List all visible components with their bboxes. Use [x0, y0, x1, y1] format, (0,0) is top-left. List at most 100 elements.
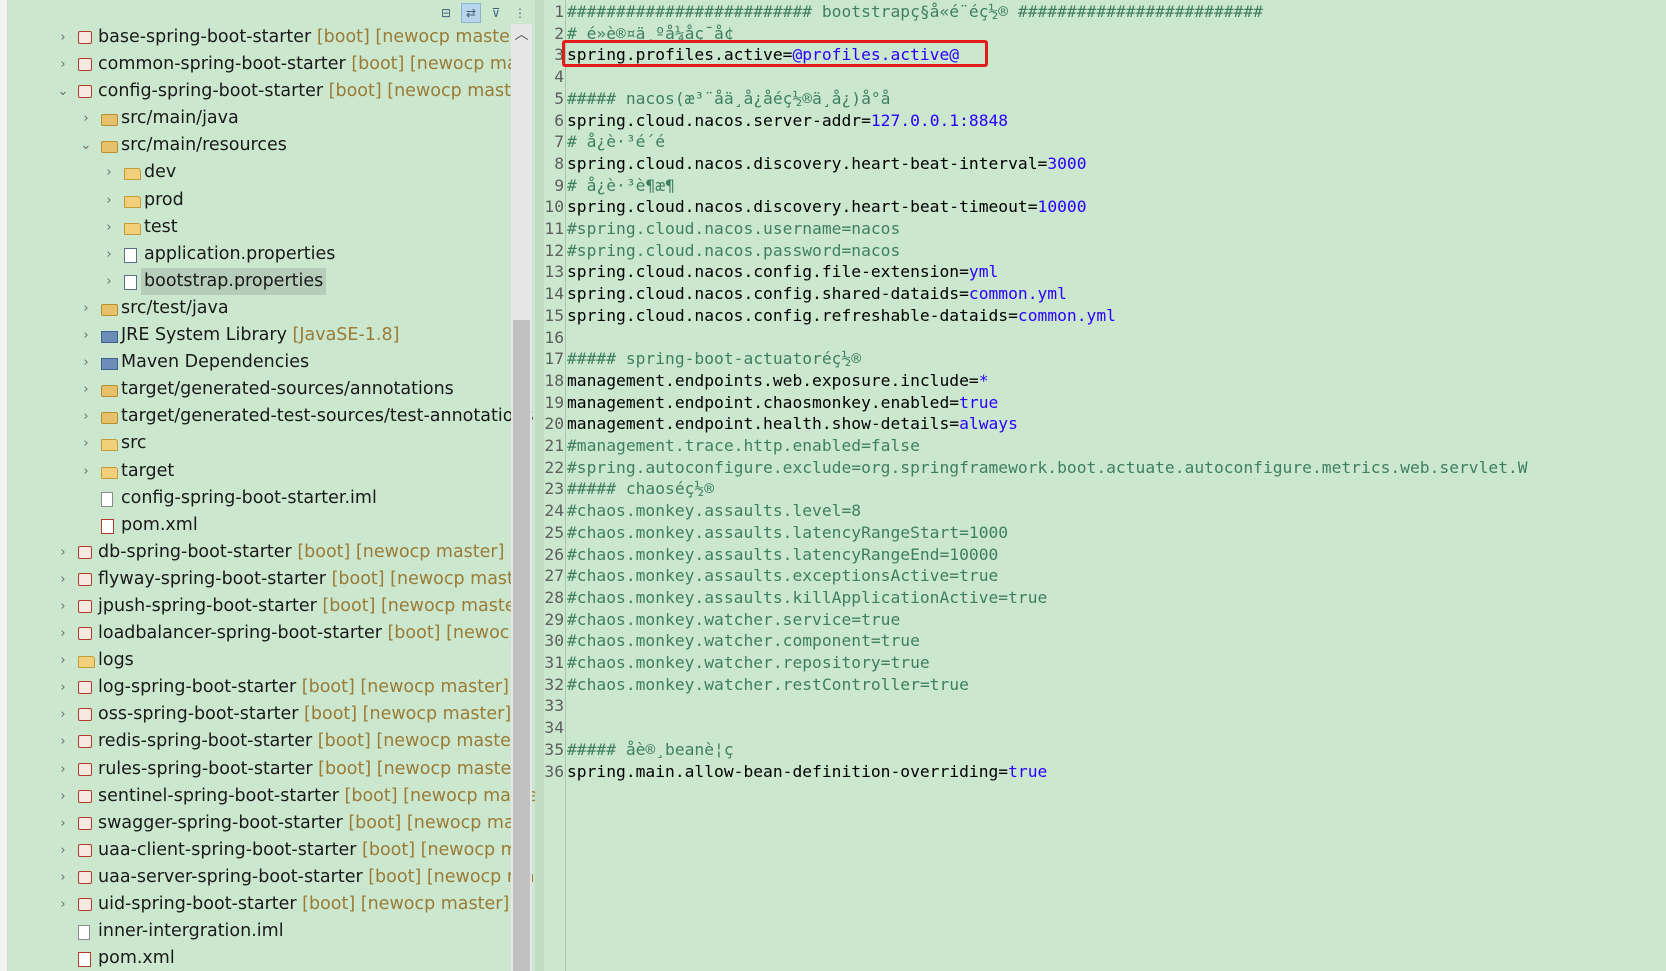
explorer-scrollbar-thumb[interactable] — [513, 320, 530, 971]
filter-icon[interactable]: ⊽ — [487, 4, 505, 22]
tree-item[interactable]: › uid-spring-boot-starter [boot] [newocp … — [8, 891, 535, 918]
tree-item[interactable]: ⌄ src/main/resources — [8, 132, 535, 159]
chevron-right-icon[interactable]: › — [102, 187, 116, 214]
chevron-right-icon[interactable]: › — [56, 810, 70, 837]
chevron-right-icon[interactable]: › — [56, 756, 70, 783]
line-number: 30 — [544, 631, 564, 651]
chevron-right-icon[interactable]: › — [56, 539, 70, 566]
tree-item-name: redis-spring-boot-starter — [98, 731, 313, 752]
chevron-right-icon[interactable]: › — [56, 593, 70, 620]
properties-editor[interactable]: 1 ######################### bootstrapç§å«… — [544, 0, 1666, 971]
chevron-right-icon[interactable]: › — [79, 403, 93, 430]
line-number: 31 — [544, 653, 564, 672]
tree-item[interactable]: › src — [8, 430, 535, 457]
tree-item[interactable]: inner-intergration.iml — [8, 918, 535, 945]
tree-item-decoration: [boot] [newocp master] — [312, 731, 525, 752]
tree-item[interactable]: › log-spring-boot-starter [boot] [newocp … — [8, 674, 535, 701]
chevron-down-icon[interactable]: ⌄ — [79, 132, 93, 159]
view-menu-icon[interactable]: ⋮ — [511, 4, 529, 22]
tree-item[interactable]: › Maven Dependencies — [8, 349, 535, 376]
tree-item[interactable]: › uaa-server-spring-boot-starter [boot] [… — [8, 864, 535, 891]
tree-item-label: base-spring-boot-starter [boot] [newocp … — [98, 24, 524, 51]
link-with-editor-icon[interactable]: ⇄ — [461, 3, 481, 23]
tree-item[interactable]: › oss-spring-boot-starter [boot] [newocp … — [8, 701, 535, 728]
tree-item[interactable]: › loadbalancer-spring-boot-starter [boot]… — [8, 620, 535, 647]
tree-item[interactable]: ⌄ config-spring-boot-starter [boot] [newo… — [8, 78, 535, 105]
code-text: ##### åè®¸beanè¦ç — [567, 739, 734, 761]
line-number: 32 — [544, 674, 564, 694]
comment-text: #chaos.monkey.assaults.level=8 — [567, 501, 862, 521]
chevron-right-icon[interactable]: › — [56, 837, 70, 864]
chevron-right-icon[interactable]: › — [79, 105, 93, 132]
tree-item[interactable]: › flyway-spring-boot-starter [boot] [newo… — [8, 566, 535, 593]
tree-item[interactable]: › rules-spring-boot-starter [boot] [newoc… — [8, 756, 535, 783]
chevron-right-icon[interactable]: › — [79, 430, 93, 457]
comment-text: ##### spring-boot-actuatoréç½® — [567, 349, 862, 369]
tree-item[interactable]: › sentinel-spring-boot-starter [boot] [ne… — [8, 783, 535, 810]
chevron-right-icon[interactable]: › — [102, 159, 116, 186]
line-number: 35 — [544, 739, 564, 759]
tree-item[interactable]: › swagger-spring-boot-starter [boot] [new… — [8, 810, 535, 837]
tree-item[interactable]: › test — [8, 214, 535, 241]
tree-item[interactable]: config-spring-boot-starter.iml — [8, 485, 535, 512]
chevron-right-icon[interactable]: › — [56, 701, 70, 728]
chevron-right-icon[interactable]: › — [56, 24, 70, 51]
tree-item[interactable]: › jpush-spring-boot-starter [boot] [newoc… — [8, 593, 535, 620]
tree-item-label: oss-spring-boot-starter [boot] [newocp m… — [98, 701, 511, 728]
tree-item-label: uid-spring-boot-starter [boot] [newocp m… — [98, 891, 509, 918]
line-number: 15 — [544, 305, 564, 325]
tree-item[interactable]: › src/test/java — [8, 295, 535, 322]
chevron-right-icon[interactable]: › — [79, 376, 93, 403]
tree-item[interactable]: › uaa-client-spring-boot-starter [boot] [… — [8, 837, 535, 864]
tree-item[interactable]: › logs — [8, 647, 535, 674]
property-value: * — [978, 370, 989, 390]
chevron-right-icon[interactable]: › — [56, 51, 70, 78]
project-icon — [78, 870, 92, 884]
chevron-right-icon[interactable]: › — [56, 783, 70, 810]
folder-icon — [124, 222, 141, 235]
chevron-right-icon[interactable]: › — [56, 864, 70, 891]
chevron-right-icon[interactable]: › — [102, 241, 116, 268]
chevron-right-icon[interactable]: › — [79, 322, 93, 349]
property-value: common.yml — [1017, 305, 1116, 325]
tree-item[interactable]: › src/main/java — [8, 105, 535, 132]
chevron-right-icon[interactable]: › — [79, 349, 93, 376]
chevron-right-icon[interactable]: › — [56, 620, 70, 647]
tree-item[interactable]: › base-spring-boot-starter [boot] [newocp… — [8, 24, 535, 51]
comment-text: ######################### bootstrapç§å«é… — [567, 2, 1263, 21]
tree-item[interactable]: › target/generated-test-sources/test-anno… — [8, 403, 535, 430]
tree-item[interactable]: › target/generated-sources/annotations — [8, 376, 535, 403]
tree-item[interactable]: › dev — [8, 159, 535, 186]
chevron-right-icon[interactable]: › — [56, 566, 70, 593]
tree-item[interactable]: › application.properties — [8, 241, 535, 268]
collapse-all-icon[interactable]: ⊟ — [437, 4, 455, 22]
chevron-right-icon[interactable]: › — [56, 674, 70, 701]
tree-item[interactable]: › JRE System Library [JavaSE-1.8] — [8, 322, 535, 349]
tree-item[interactable]: › prod — [8, 187, 535, 214]
chevron-right-icon[interactable]: › — [56, 647, 70, 674]
tree-item[interactable]: › target — [8, 458, 535, 485]
project-icon — [78, 843, 92, 857]
project-icon — [78, 599, 92, 613]
scroll-up-arrow-icon[interactable]: ︿ — [511, 24, 532, 46]
folder-icon — [78, 656, 95, 669]
chevron-right-icon[interactable]: › — [79, 458, 93, 485]
chevron-right-icon[interactable]: › — [56, 891, 70, 918]
chevron-right-icon[interactable]: › — [56, 728, 70, 755]
tree-item[interactable]: › db-spring-boot-starter [boot] [newocp m… — [8, 539, 535, 566]
tree-item[interactable]: pom.xml — [8, 945, 535, 971]
project-explorer[interactable]: ⊟ ⇄ ⊽ ⋮ › base-spring-boot-starter [boot]… — [8, 0, 535, 971]
chevron-right-icon[interactable]: › — [79, 295, 93, 322]
tree-item-name: bootstrap.properties — [144, 270, 324, 291]
tree-item[interactable]: pom.xml — [8, 512, 535, 539]
chevron-down-icon[interactable]: ⌄ — [56, 78, 70, 105]
chevron-right-icon[interactable]: › — [102, 214, 116, 241]
pane-splitter[interactable] — [535, 0, 544, 971]
file-icon — [101, 491, 113, 507]
tree-item-name: jpush-spring-boot-starter — [98, 595, 317, 616]
tree-item[interactable]: › redis-spring-boot-starter [boot] [newoc… — [8, 728, 535, 755]
line-number: 22 — [544, 457, 564, 477]
tree-item[interactable]: › bootstrap.properties — [8, 267, 535, 295]
tree-item[interactable]: › common-spring-boot-starter [boot] [newo… — [8, 51, 535, 78]
chevron-right-icon[interactable]: › — [102, 268, 116, 295]
